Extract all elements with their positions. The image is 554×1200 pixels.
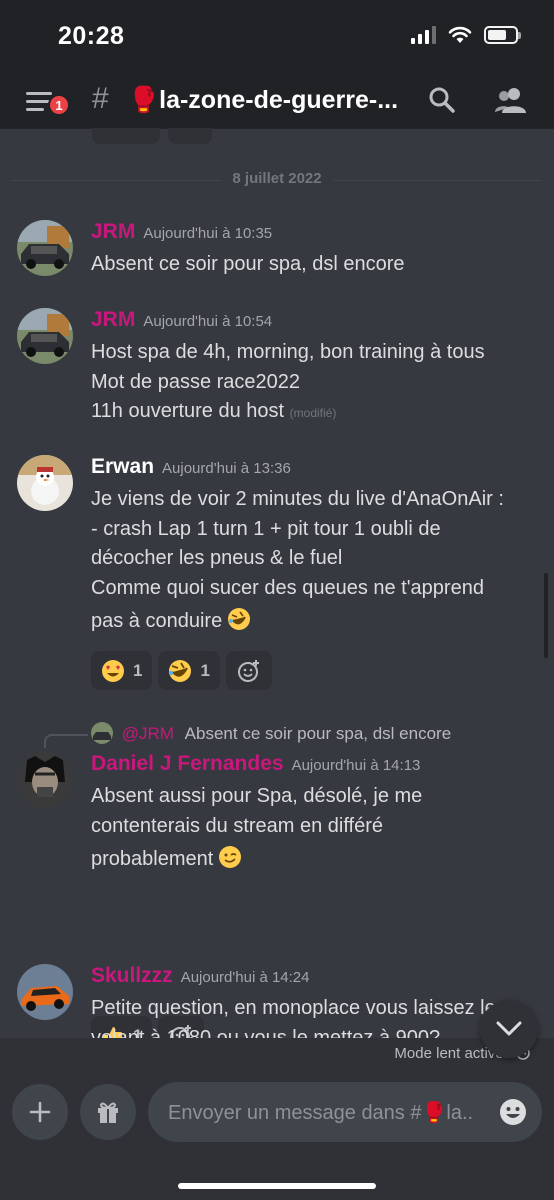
avatar[interactable] [17,308,73,364]
wink-emoji [218,846,241,868]
timestamp: Aujourd'hui à 13:36 [162,460,291,477]
message-input[interactable]: Envoyer un message dans #🥊la.. [148,1082,542,1142]
message-composer: Envoyer un message dans #🥊la.. [0,1070,554,1200]
author-name[interactable]: Skullzzz [91,964,173,987]
reply-author: @JRM [121,724,174,743]
message-header: JRM Aujourd'hui à 10:35 [91,220,272,244]
message-line: Mot de passe race2022 [91,370,301,393]
timestamp: Aujourd'hui à 14:24 [180,969,310,986]
plus-icon [29,1101,51,1123]
chevron-down-icon [496,1021,522,1036]
message-line: Absent ce soir pour spa, dsl encore [91,253,405,275]
slowmode-bar: Mode lent activé. [0,1038,554,1070]
channel-header: 1 # 🥊la-zone-de-guerre-... [0,72,554,128]
wifi-icon [448,26,472,43]
message-line: 11h ouverture du host [91,400,285,422]
channel-hash-icon: # [92,82,109,115]
message-line: décocher les pneus & le fuel [91,547,343,569]
attach-button[interactable] [12,1084,68,1140]
message-header: Daniel J Fernandes Aujourd'hui à 14:13 [91,752,420,776]
reactions-bar: 1 1 [91,651,272,690]
add-reaction-icon [237,659,259,682]
rofl-emoji [227,608,250,630]
home-indicator [178,1183,376,1189]
message-line: Je viens de voir 2 minutes du live d'Ana… [91,488,504,510]
message-content: Je viens de voir 2 minutes du live d'Ana… [91,485,504,637]
avatar[interactable] [17,752,73,808]
message-header: JRM Aujourd'hui à 10:54 [91,308,272,332]
channel-name[interactable]: 🥊la-zone-de-guerre-... [128,86,398,115]
message-line: - crash Lap 1 turn 1 + pit tour 1 oubli … [91,517,441,540]
reaction-count: 1 [133,660,143,680]
avatar[interactable] [17,964,73,1020]
message-line: Absent aussi pour Spa, désolé, je me [91,785,423,807]
members-icon[interactable] [494,86,528,114]
message-line: volant à 1080 ou vous le mettez à 900? [91,1026,441,1039]
reaction-rofl[interactable]: 1 [158,651,220,690]
date-divider-text: 8 juillet 2022 [220,170,334,187]
author-name[interactable]: JRM [91,308,135,331]
reply-text: Absent ce soir pour spa, dsl encore [184,724,452,743]
timestamp: Aujourd'hui à 10:35 [143,225,273,242]
message-list[interactable]: 8 juillet 2022 JRM Aujourd'hui à 10:35 Ab… [0,128,554,1038]
edited-label: (modifié) [289,406,337,420]
message-line: contenterais du stream en différé [91,814,384,837]
gift-icon [98,1102,118,1123]
reply-avatar [91,722,113,744]
message-line: probablement [91,848,214,870]
status-time: 20:28 [58,22,125,50]
message-line: Petite question, en monoplace vous laiss… [91,997,496,1019]
reply-preview[interactable]: @JRM Absent ce soir pour spa, dsl encore [91,722,451,744]
search-icon[interactable] [428,86,456,114]
message-header: Erwan Aujourd'hui à 13:36 [91,455,291,479]
avatar[interactable] [17,220,73,276]
message-line: Comme quoi sucer des queues ne t'apprend [91,576,484,599]
message-content: Host spa de 4h, morning, bon training à … [91,338,485,429]
message-line: pas à conduire [91,610,223,632]
message-content: Absent aussi pour Spa, désolé, je me con… [91,782,422,875]
author-name[interactable]: Erwan [91,455,154,478]
status-icons [411,26,521,44]
reply-connector [44,734,88,748]
status-bar: 20:28 [0,0,554,72]
jump-to-present-button[interactable] [480,1000,538,1058]
reaction-heart-eyes[interactable]: 1 [91,651,153,690]
author-name[interactable]: JRM [91,220,135,243]
message-line: Host spa de 4h, morning, bon training à … [91,341,485,363]
rofl-emoji [169,659,192,682]
heart-eyes-emoji [102,659,124,682]
battery-icon [484,26,521,44]
message-content: Petite question, en monoplace vous laiss… [91,994,496,1038]
message-input-placeholder: Envoyer un message dans #🥊la.. [168,1102,474,1124]
message-content: Absent ce soir pour spa, dsl encore [91,250,405,280]
author-name[interactable]: Daniel J Fernandes [91,752,284,775]
reaction-count: 1 [200,660,210,680]
message-header: Skullzzz Aujourd'hui à 14:24 [91,964,309,988]
gift-button[interactable] [80,1084,136,1140]
timestamp: Aujourd'hui à 10:54 [143,313,273,330]
add-reaction-button[interactable] [225,651,272,690]
previous-reactions[interactable] [92,128,212,144]
date-divider: 8 juillet 2022 [12,170,542,187]
cellular-signal-icon [411,26,436,44]
avatar[interactable] [17,455,73,511]
scrollbar[interactable] [544,573,548,658]
emoji-picker-icon[interactable] [498,1097,528,1127]
notification-badge: 1 [48,94,70,116]
timestamp: Aujourd'hui à 14:13 [291,757,421,774]
